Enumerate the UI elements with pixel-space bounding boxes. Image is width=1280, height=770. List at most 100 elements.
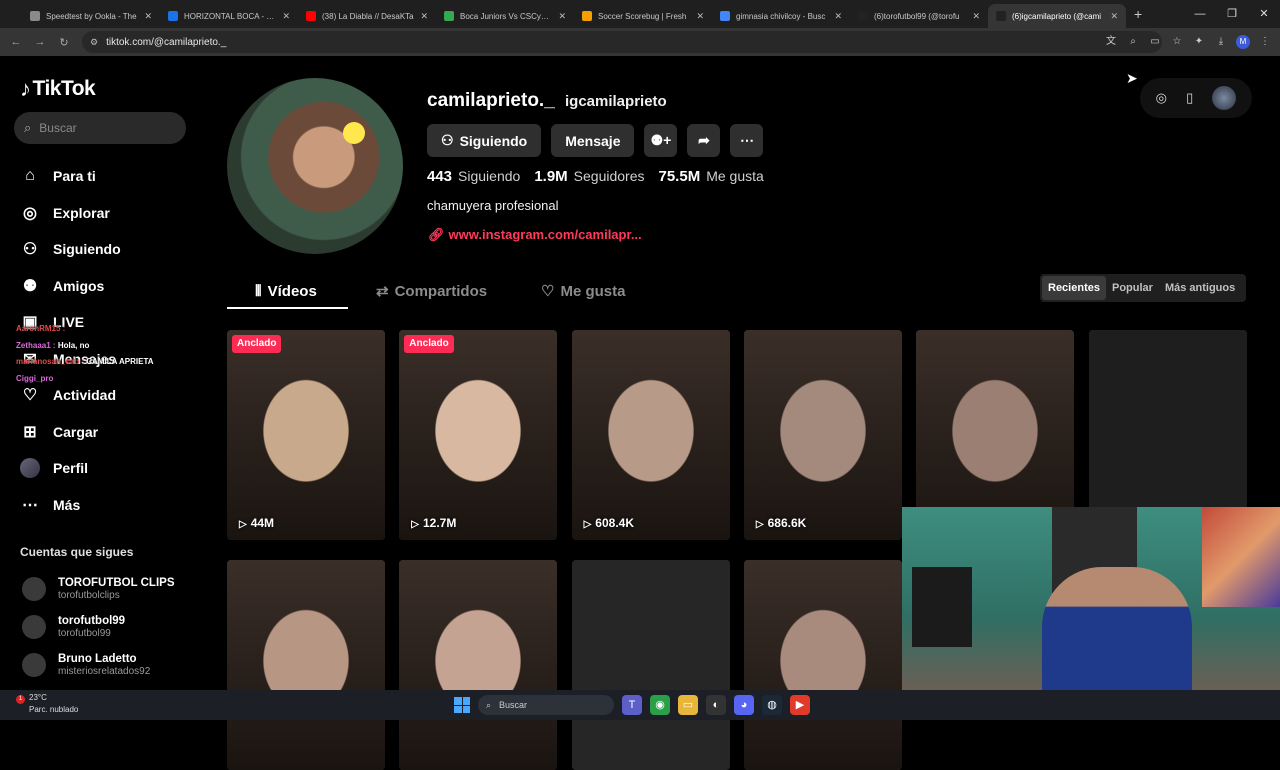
sidebar-item-label: Actividad <box>53 387 117 404</box>
folder-icon[interactable]: ▭ <box>678 695 698 715</box>
site-settings-icon[interactable]: ⚙ <box>90 37 98 48</box>
browser-tab[interactable]: Soccer Scorebug | Fresh ✕ <box>574 4 712 28</box>
video-card[interactable] <box>743 560 902 770</box>
new-tab-button[interactable]: + <box>1134 6 1142 22</box>
stat-value: 75.5M <box>658 168 701 185</box>
forward-icon[interactable]: → <box>28 36 52 48</box>
play-icon: ▷ <box>755 519 764 530</box>
browser-profile-avatar[interactable]: M <box>1236 35 1250 49</box>
tab-close-icon[interactable]: ✕ <box>1110 11 1118 22</box>
steam-icon[interactable]: ◍ <box>762 695 782 715</box>
bookmark-star-icon[interactable]: ☆ <box>1170 32 1184 52</box>
video-card[interactable] <box>571 560 730 770</box>
following-title: Cuentas que sigues <box>20 545 134 559</box>
video-thumbnail <box>571 330 730 540</box>
windows-start-icon[interactable] <box>454 697 470 713</box>
browser-tab[interactable]: gimnasia chivilcoy - Busc ✕ <box>712 4 850 28</box>
browser-tab[interactable]: (38) La Diabla // DesaKTa ✕ <box>298 4 436 28</box>
video-card[interactable] <box>227 560 385 770</box>
tab-close-icon[interactable]: ✕ <box>420 11 428 22</box>
following-account[interactable]: torofutbol99 torofutbol99 <box>22 608 175 646</box>
discord-icon[interactable]: ◕ <box>734 695 754 715</box>
add-friend-button[interactable]: ⚉+ <box>644 124 678 157</box>
video-card[interactable] <box>399 560 558 770</box>
profile-link[interactable]: 🔗︎ www.instagram.com/camilapr... <box>428 227 642 243</box>
user-avatar[interactable] <box>1212 86 1237 110</box>
heart-icon: ♡ <box>541 283 555 300</box>
minimize-icon[interactable]: — <box>1184 0 1216 28</box>
phone-app-icon[interactable]: ▯ <box>1186 90 1193 106</box>
following-account[interactable]: TOROFUTBOL CLIPS torofutbolclips <box>22 570 175 608</box>
sidebar-item-profile[interactable]: Perfil <box>20 450 121 487</box>
chat-user: Zethaaa1 : <box>16 340 56 350</box>
tab-close-icon[interactable]: ✕ <box>282 11 290 22</box>
maximize-icon[interactable]: ❐ <box>1216 0 1248 28</box>
chrome-icon[interactable]: ◉ <box>650 695 670 715</box>
video-thumbnail <box>743 330 902 540</box>
taskbar-search[interactable]: ⌕ Buscar <box>478 695 614 715</box>
tab-close-icon[interactable]: ✕ <box>144 11 152 22</box>
sidebar-item-home[interactable]: ⌂ Para ti <box>20 158 121 195</box>
tab-title: (6)igcamilaprieto (@cami <box>1012 11 1102 21</box>
sort-recent[interactable]: Recientes <box>1042 276 1106 300</box>
message-button[interactable]: Mensaje <box>551 124 635 157</box>
account-name: TOROFUTBOL CLIPS <box>58 577 175 589</box>
sidebar-item-following[interactable]: ⚇ Siguiendo <box>20 231 121 268</box>
video-thumbnail <box>571 560 730 770</box>
teams-icon[interactable]: T <box>622 695 642 715</box>
sidebar-item-compass[interactable]: ◎ Explorar <box>20 195 121 232</box>
zoom-icon[interactable]: ⌕ <box>1126 32 1140 52</box>
browser-tab[interactable]: (6)torofutbol99 (@torofu ✕ <box>850 4 988 28</box>
upload-icon: ⊞ <box>23 423 37 441</box>
sidebar-search[interactable]: ⌕ Buscar <box>14 112 186 144</box>
browser-tab[interactable]: HORIZONTAL BOCA - Go ✕ <box>160 4 298 28</box>
extensions-icon[interactable]: ✦ <box>1192 32 1206 52</box>
toolbar-icons: 文 ⌕ ▭ ☆ ✦ ⤓ M ⋮ <box>1104 32 1272 52</box>
following-button[interactable]: ⚇ Siguiendo <box>427 124 542 157</box>
close-icon[interactable]: ✕ <box>1248 0 1280 28</box>
browser-tab[interactable]: Boca Juniors Vs CSCyD Gi ✕ <box>436 4 574 28</box>
share-button[interactable]: ➦ <box>687 124 721 157</box>
video-card[interactable]: Anclado ▷ 12.7M <box>399 330 558 540</box>
url-field[interactable]: ⚙ tiktok.com/@camilaprieto._ <box>82 31 1162 53</box>
browser-tab[interactable]: (6)igcamilaprieto (@cami ✕ <box>988 4 1126 28</box>
following-account[interactable]: Bruno Ladetto misteriosrelatados92 <box>22 646 175 684</box>
obs-icon[interactable]: ◐ <box>706 695 726 715</box>
back-icon[interactable]: ← <box>4 36 28 48</box>
browser-tab[interactable]: Speedtest by Ookla - The ✕ <box>22 4 160 28</box>
download-icon[interactable]: ⤓ <box>1214 32 1228 52</box>
share-icon: ➦ <box>698 132 710 148</box>
chat-user: AaronRM15 : <box>16 324 66 333</box>
tab-close-icon[interactable]: ✕ <box>972 11 980 22</box>
address-bar: ← → ↻ ⚙ tiktok.com/@camilaprieto._ 文 ⌕ ▭… <box>0 28 1280 56</box>
chat-message: Zethaaa1 : Hola, no <box>16 338 196 355</box>
tab-videos[interactable]: ⦀ Vídeos <box>255 274 317 308</box>
profile-bio: chamuyera profesional <box>427 198 559 213</box>
reload-icon[interactable]: ↻ <box>52 36 76 49</box>
tab-close-icon[interactable]: ✕ <box>558 11 566 22</box>
sort-popular[interactable]: Popular <box>1106 276 1159 300</box>
profile-avatar[interactable] <box>227 78 403 254</box>
tab-liked[interactable]: ♡ Me gusta <box>541 274 625 308</box>
sidebar-item-more[interactable]: ⋯ Más <box>20 487 121 524</box>
video-card[interactable]: Anclado ▷ 44M <box>227 330 385 540</box>
repost-icon: ⇄ <box>376 283 389 300</box>
tab-close-icon[interactable]: ✕ <box>696 11 704 22</box>
video-card[interactable]: ▷ 608.4K <box>571 330 730 540</box>
tab-close-icon[interactable]: ✕ <box>834 11 842 22</box>
browser-menu-icon[interactable]: ⋮ <box>1258 32 1272 52</box>
sidebar-item-upload[interactable]: ⊞ Cargar <box>20 414 121 451</box>
sidebar-item-friends[interactable]: ⚉ Amigos <box>20 268 121 305</box>
tiktok-logo[interactable]: ♪ TikTok <box>20 76 96 102</box>
video-card[interactable]: ▷ 686.6K <box>743 330 902 540</box>
sort-oldest[interactable]: Más antiguos <box>1159 276 1241 300</box>
more-options-button[interactable]: ⋯ <box>730 124 764 157</box>
cast-icon[interactable]: ▭ <box>1148 32 1162 52</box>
streaming-app-icon[interactable]: ▶ <box>790 695 810 715</box>
following-list: TOROFUTBOL CLIPS torofutbolclips torofut… <box>22 570 175 684</box>
weather-widget[interactable]: 1 23°C Parc. nublado <box>16 692 78 715</box>
windows-taskbar: 1 23°C Parc. nublado ⌕ Buscar T ◉ ▭ ◐ ◕ ◍… <box>0 690 1280 720</box>
translate-icon[interactable]: 文 <box>1104 32 1118 52</box>
coins-icon[interactable]: ◎ <box>1156 90 1167 106</box>
tab-shared[interactable]: ⇄ Compartidos <box>376 274 487 308</box>
